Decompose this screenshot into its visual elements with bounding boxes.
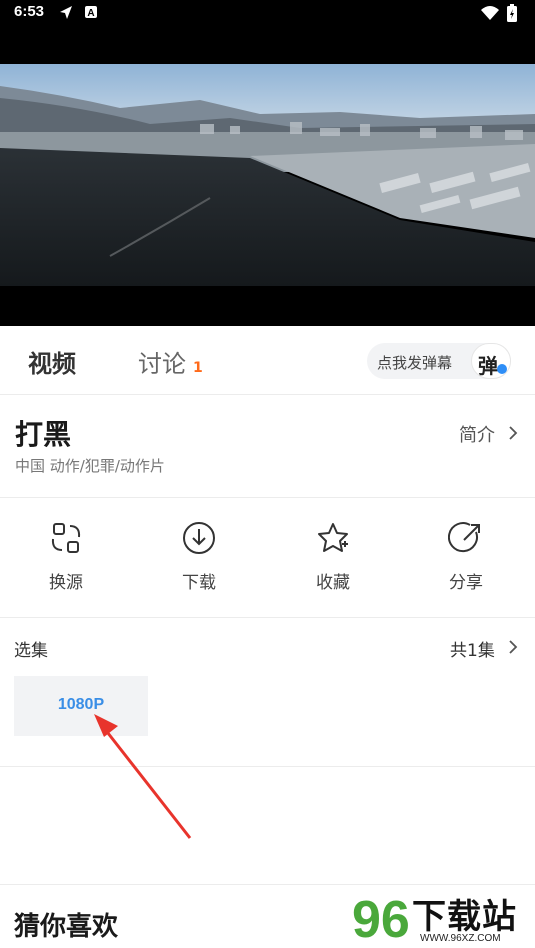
share-icon — [448, 522, 480, 553]
notification-a-icon: A — [85, 6, 97, 19]
switch-source-icon — [51, 523, 81, 553]
tab-discuss[interactable]: 讨论 — [138, 344, 186, 379]
switch-source-button[interactable]: 换源 — [21, 520, 111, 600]
svg-text:A: A — [87, 8, 94, 19]
movie-meta: 中国 动作/犯罪/动作片 — [15, 457, 165, 475]
episodes-header: 选集 共1集 — [0, 618, 535, 674]
chevron-right-icon[interactable] — [508, 425, 518, 441]
tab-bar: 视频 讨论 1 点我发弹幕 弹 — [0, 326, 535, 395]
status-time: 6:53 — [14, 3, 45, 20]
danmu-toggle-button[interactable]: 弹 — [471, 343, 511, 379]
intro-link[interactable]: 简介 — [459, 421, 495, 447]
action-label: 换源 — [49, 573, 83, 593]
tab-video[interactable]: 视频 — [28, 344, 76, 379]
chevron-right-icon[interactable] — [508, 639, 518, 655]
download-icon — [183, 522, 215, 554]
movie-info: 打黑 中国 动作/犯罪/动作片 简介 — [0, 395, 535, 498]
watermark-site-text: 下载站 — [412, 897, 517, 937]
episodes-title: 选集 — [14, 641, 48, 661]
status-bar: 6:53 A — [0, 0, 535, 28]
danmu-placeholder: 点我发弹幕 — [377, 354, 453, 372]
episodes-total-link[interactable]: 共1集 — [450, 636, 495, 661]
video-player[interactable] — [0, 28, 535, 326]
action-label: 分享 — [449, 573, 483, 593]
discuss-count-badge: 1 — [193, 360, 203, 376]
favorite-button[interactable]: 收藏 — [288, 520, 378, 600]
share-button[interactable]: 分享 — [421, 520, 511, 600]
movie-title: 打黑 — [15, 418, 72, 451]
danmu-input[interactable]: 点我发弹幕 弹 — [367, 343, 511, 379]
recommend-title: 猜你喜欢 — [14, 912, 119, 942]
episode-label: 1080P — [57, 696, 105, 713]
watermark-url: WWW.96XZ.COM — [420, 933, 501, 944]
action-label: 收藏 — [316, 573, 350, 593]
episode-chip-1080p[interactable]: 1080P — [14, 676, 148, 736]
action-row: 换源 下载 收藏 分享 — [0, 498, 535, 618]
action-label: 下载 — [182, 573, 216, 593]
site-watermark: 96 下载站 WWW.96XZ.COM — [350, 885, 530, 948]
check-badge-icon — [497, 364, 507, 374]
download-button[interactable]: 下载 — [154, 520, 244, 600]
favorite-star-icon — [318, 523, 348, 552]
location-arrow-icon — [60, 6, 72, 19]
svg-text:96: 96 — [352, 891, 410, 947]
battery-icon — [507, 4, 517, 22]
danmu-button-label: 弹 — [478, 354, 498, 378]
wifi-icon — [481, 6, 499, 20]
watermark-logo: 96 — [352, 891, 410, 947]
video-frame-image — [0, 28, 535, 326]
divider — [0, 766, 535, 767]
